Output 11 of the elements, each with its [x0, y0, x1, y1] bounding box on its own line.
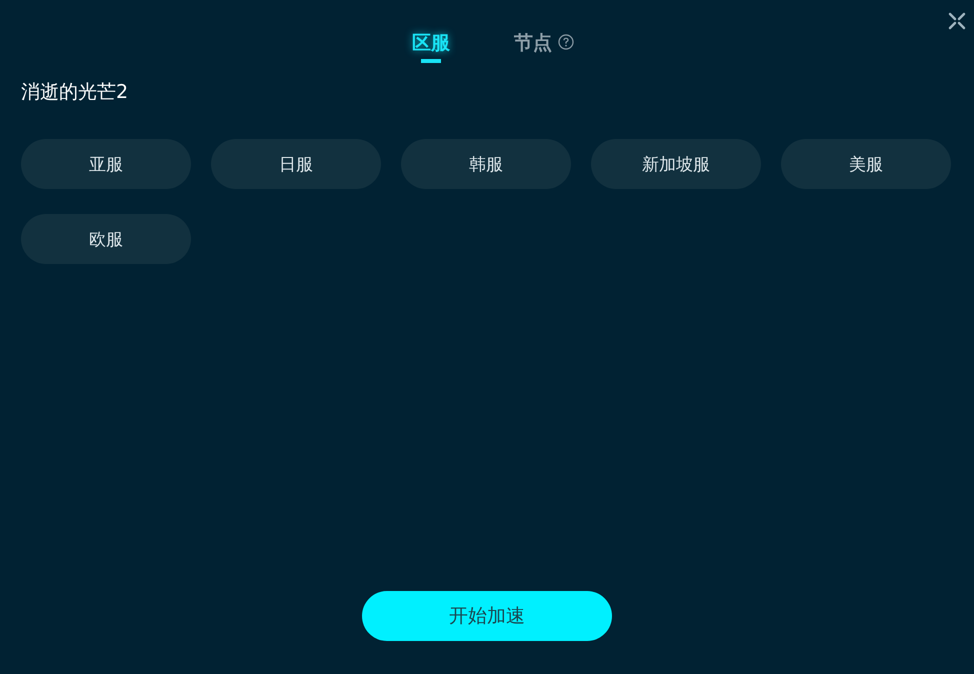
server-button[interactable]: 欧服: [21, 214, 191, 264]
server-button[interactable]: 美服: [781, 139, 951, 189]
server-button[interactable]: 新加坡服: [591, 139, 761, 189]
start-button[interactable]: 开始加速: [362, 591, 612, 641]
tab[interactable]: 节点: [514, 30, 552, 68]
server-button[interactable]: 日服: [211, 139, 381, 189]
close-icon[interactable]: [948, 12, 966, 30]
game-title: 消逝的光芒2: [21, 80, 130, 104]
server-button[interactable]: 亚服: [21, 139, 191, 189]
help-icon[interactable]: [558, 34, 574, 50]
server-button[interactable]: 韩服: [401, 139, 571, 189]
